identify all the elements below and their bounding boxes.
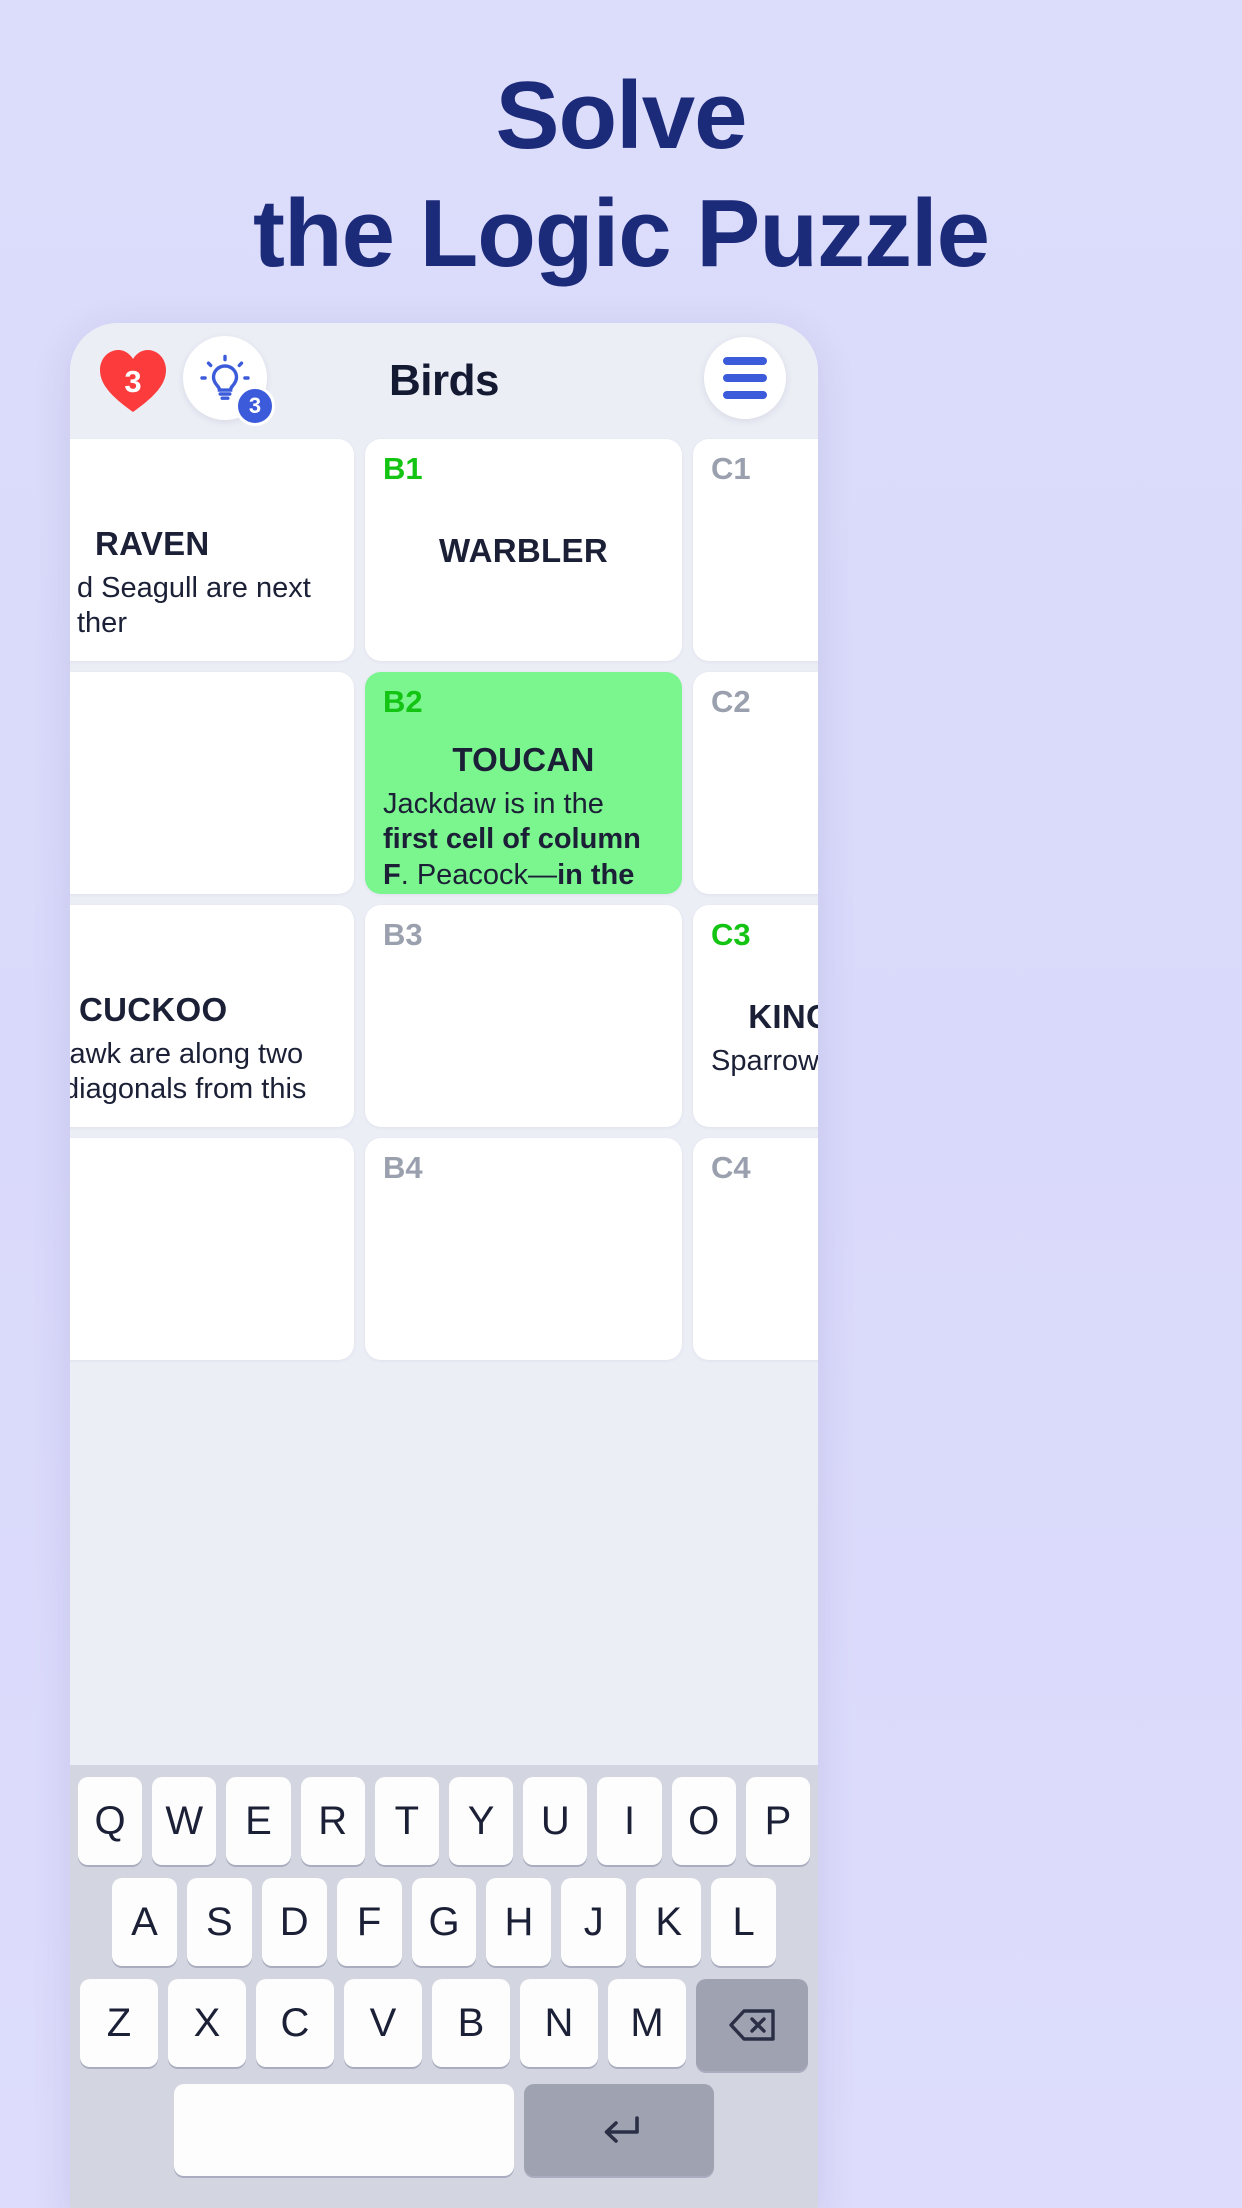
keyboard-row-1: QWERTYUIOP xyxy=(76,1777,812,1865)
promo-screenshot: Solve the Logic Puzzle 3 3 Birds RAVEN d… xyxy=(0,0,1242,2208)
key-h[interactable]: H xyxy=(486,1878,552,1966)
puzzle-cell-c1[interactable]: C1 xyxy=(693,439,818,661)
cell-label: B4 xyxy=(383,1150,423,1185)
cell-word: WARBLER xyxy=(439,532,608,569)
cell-clue-run-0: Jackdaw is in the xyxy=(383,788,604,820)
puzzle-cell-b3[interactable]: B3 xyxy=(365,905,682,1127)
cell-clue-line-2: diagonals from this xyxy=(70,1073,307,1106)
cell-clue: Jackdaw is in the first cell of column F… xyxy=(383,787,664,894)
key-p[interactable]: P xyxy=(745,1777,811,1865)
key-c[interactable]: C xyxy=(256,1979,334,2067)
key-n[interactable]: N xyxy=(520,1979,598,2067)
cell-clue-line-2: ther xyxy=(77,607,127,640)
key-q[interactable]: Q xyxy=(77,1777,143,1865)
key-w[interactable]: W xyxy=(152,1777,217,1865)
key-t[interactable]: T xyxy=(374,1777,439,1865)
puzzle-cell-c3[interactable]: C3 KINGFISHER Sparrow is one cell xyxy=(693,905,818,1127)
app-toolbar: 3 3 Birds xyxy=(70,323,818,439)
menu-button[interactable] xyxy=(704,337,786,419)
cell-clue: Sparrow is one cell xyxy=(711,1045,818,1077)
key-d[interactable]: D xyxy=(261,1878,327,1966)
hamburger-icon-bar-1 xyxy=(723,357,767,365)
key-j[interactable]: J xyxy=(561,1878,627,1966)
enter-key[interactable] xyxy=(524,2084,714,2176)
puzzle-board: RAVEN d Seagull are next ther B1 WARBLER… xyxy=(70,439,818,1360)
puzzle-cell-a4[interactable] xyxy=(70,1138,354,1360)
key-v[interactable]: V xyxy=(344,1979,422,2067)
hamburger-icon-bar-2 xyxy=(723,374,767,382)
hamburger-icon-bar-3 xyxy=(723,391,767,399)
puzzle-cell-b1[interactable]: B1 WARBLER xyxy=(365,439,682,661)
cell-word: CUCKOO xyxy=(79,991,228,1028)
puzzle-cell-c2[interactable]: C2 xyxy=(693,672,818,894)
cell-clue: lawk are along two diagonals from this xyxy=(70,1037,336,1108)
key-e[interactable]: E xyxy=(226,1777,291,1865)
key-o[interactable]: O xyxy=(671,1777,736,1865)
key-x[interactable]: X xyxy=(168,1979,246,2067)
headline-line-1: Solve xyxy=(495,62,747,169)
key-b[interactable]: B xyxy=(432,1979,510,2067)
keyboard-row-2: ASDFGHJKL xyxy=(76,1878,812,1966)
key-g[interactable]: G xyxy=(411,1878,477,1966)
key-f[interactable]: F xyxy=(336,1878,402,1966)
puzzle-cell-b2[interactable]: B2 TOUCAN Jackdaw is in the first cell o… xyxy=(365,672,682,894)
headline-line-2: the Logic Puzzle xyxy=(252,180,990,287)
phone-mockup: 3 3 Birds RAVEN d Seagull are next ther … xyxy=(70,323,818,2208)
cell-clue-line-1: d Seagull are next xyxy=(77,572,311,604)
key-r[interactable]: R xyxy=(300,1777,365,1865)
on-screen-keyboard: QWERTYUIOP ASDFGHJKL ZXCVBNM xyxy=(70,1765,818,2208)
key-y[interactable]: Y xyxy=(449,1777,514,1865)
cell-label: B2 xyxy=(383,684,423,719)
cell-clue: d Seagull are next ther xyxy=(70,571,336,642)
key-k[interactable]: K xyxy=(636,1878,702,1966)
cell-label: C2 xyxy=(711,684,751,719)
cell-word: KINGFISHER xyxy=(748,998,818,1035)
cell-label: C4 xyxy=(711,1150,751,1185)
key-s[interactable]: S xyxy=(186,1878,252,1966)
key-m[interactable]: M xyxy=(608,1979,686,2067)
page-title: Solve the Logic Puzzle xyxy=(0,68,1242,282)
backspace-key[interactable] xyxy=(696,1979,808,2071)
cell-label: C1 xyxy=(711,451,751,486)
enter-return-icon xyxy=(604,2116,639,2143)
cell-label: C3 xyxy=(711,917,751,952)
cell-word: RAVEN xyxy=(95,525,210,562)
puzzle-cell-a1[interactable]: RAVEN d Seagull are next ther xyxy=(70,439,354,661)
backspace-icon xyxy=(729,2009,775,2041)
key-z[interactable]: Z xyxy=(80,1979,158,2067)
key-l[interactable]: L xyxy=(711,1878,777,1966)
puzzle-cell-a3[interactable]: CUCKOO lawk are along two diagonals from… xyxy=(70,905,354,1127)
puzzle-cell-b4[interactable]: B4 xyxy=(365,1138,682,1360)
puzzle-cell-c4[interactable]: C4 xyxy=(693,1138,818,1360)
key-i[interactable]: I xyxy=(597,1777,662,1865)
keyboard-row-3: ZXCVBNM xyxy=(76,1979,812,2071)
puzzle-cell-a2[interactable] xyxy=(70,672,354,894)
cell-label: B3 xyxy=(383,917,423,952)
key-u[interactable]: U xyxy=(523,1777,588,1865)
keyboard-row-4 xyxy=(76,2084,812,2176)
cell-clue-line-1: lawk are along two xyxy=(70,1038,304,1070)
cell-label: B1 xyxy=(383,451,423,486)
cell-word: TOUCAN xyxy=(452,741,595,778)
cell-clue-run-2: . Peacock— xyxy=(400,858,558,891)
key-a[interactable]: A xyxy=(112,1878,177,1966)
space-key[interactable] xyxy=(174,2084,514,2176)
